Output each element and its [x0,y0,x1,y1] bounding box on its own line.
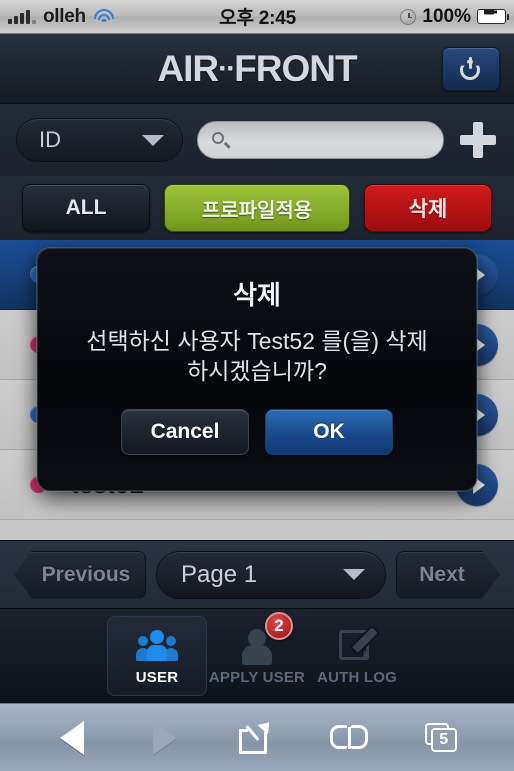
wifi-icon [93,8,115,25]
app-header: AIR··FRONT [0,34,514,104]
carrier-name: olleh [43,5,86,27]
status-time: 오후 2:45 [219,8,297,29]
status-bar-center: 오후 2:45 [115,3,401,30]
status-bar: olleh 오후 2:45 100% [0,0,514,34]
browser-share-button[interactable] [231,716,283,760]
add-user-button[interactable] [458,120,498,160]
tabs-icon: 5 [424,722,459,753]
search-row: ID [0,104,514,176]
chevron-down-icon [141,134,164,146]
bookmarks-book-icon [330,724,369,751]
search-icon [211,131,231,149]
filter-dropdown-id[interactable]: ID [16,118,183,162]
pagination-bar: Previous Page 1 Next [0,540,514,608]
logo-air: AIR [157,47,219,89]
apply-profile-button[interactable]: 프로파일적용 [164,184,350,232]
logo-front: FRONT [234,47,357,89]
logo-dots: ·· [218,51,236,85]
status-bar-left: olleh [8,6,115,28]
dialog-message: 선택하신 사용자 Test52 를(을) 삭제 하시겠습니까? [86,326,427,387]
action-button-row: ALL 프로파일적용 삭제 [0,176,514,240]
all-button[interactable]: ALL [22,184,150,232]
tab-user-label: USER [135,668,179,686]
previous-page-button[interactable]: Previous [14,550,146,599]
app-logo: AIR··FRONT [157,47,357,90]
status-bar-right: 100% [400,5,509,28]
alarm-clock-icon [400,8,417,25]
browser-tabs-button[interactable]: 5 [416,716,468,760]
cancel-button[interactable]: Cancel [121,408,249,455]
tab-apply-user-label: APPLY USER [208,668,306,686]
browser-forward-button[interactable] [139,716,191,760]
power-icon [460,57,482,80]
chevron-down-icon [343,569,365,580]
tab-auth-log-label: AUTH LOG [317,668,397,686]
signal-bars-icon [8,9,36,24]
battery-percent: 100% [422,5,471,27]
users-group-icon [134,627,180,665]
delete-confirm-dialog: 삭제 선택하신 사용자 Test52 를(을) 삭제 하시겠습니까? Cance… [37,248,477,491]
page-dropdown-value: Page 1 [181,560,258,588]
page-dropdown[interactable]: Page 1 [156,550,386,599]
phone-screen: olleh 오후 2:45 100% AIR··FRONT ID ALL 프로파… [0,0,514,771]
dialog-message-line1: 선택하신 사용자 Test52 를(을) 삭제 [86,328,428,354]
tab-apply-user[interactable]: 2 APPLY USER [207,612,307,696]
delete-button[interactable]: 삭제 [364,184,492,232]
dialog-title: 삭제 [233,280,281,310]
search-field[interactable] [196,121,444,159]
share-icon [238,717,275,754]
tab-user[interactable]: USER [107,616,207,696]
forward-arrow-icon [152,720,177,755]
browser-back-button[interactable] [46,716,98,760]
dialog-message-line2: 하시겠습니까? [187,358,327,385]
tabs-count: 5 [439,730,449,748]
status-badge: 2 [265,612,293,640]
filter-dropdown-value: ID [39,127,61,152]
next-page-button[interactable]: Next [396,551,500,599]
tab-bar: USER 2 APPLY USER AUTH LOG [0,608,514,703]
edit-square-pencil-icon [334,626,380,665]
browser-toolbar: 5 [0,703,514,771]
power-button[interactable] [442,47,500,91]
ok-button[interactable]: OK [265,408,393,455]
browser-bookmarks-button[interactable] [323,716,375,760]
dialog-buttons: Cancel OK [121,408,393,455]
back-arrow-icon [60,720,85,755]
battery-charging-icon [477,9,509,24]
search-input[interactable] [236,129,429,151]
tab-auth-log[interactable]: AUTH LOG [307,616,407,696]
